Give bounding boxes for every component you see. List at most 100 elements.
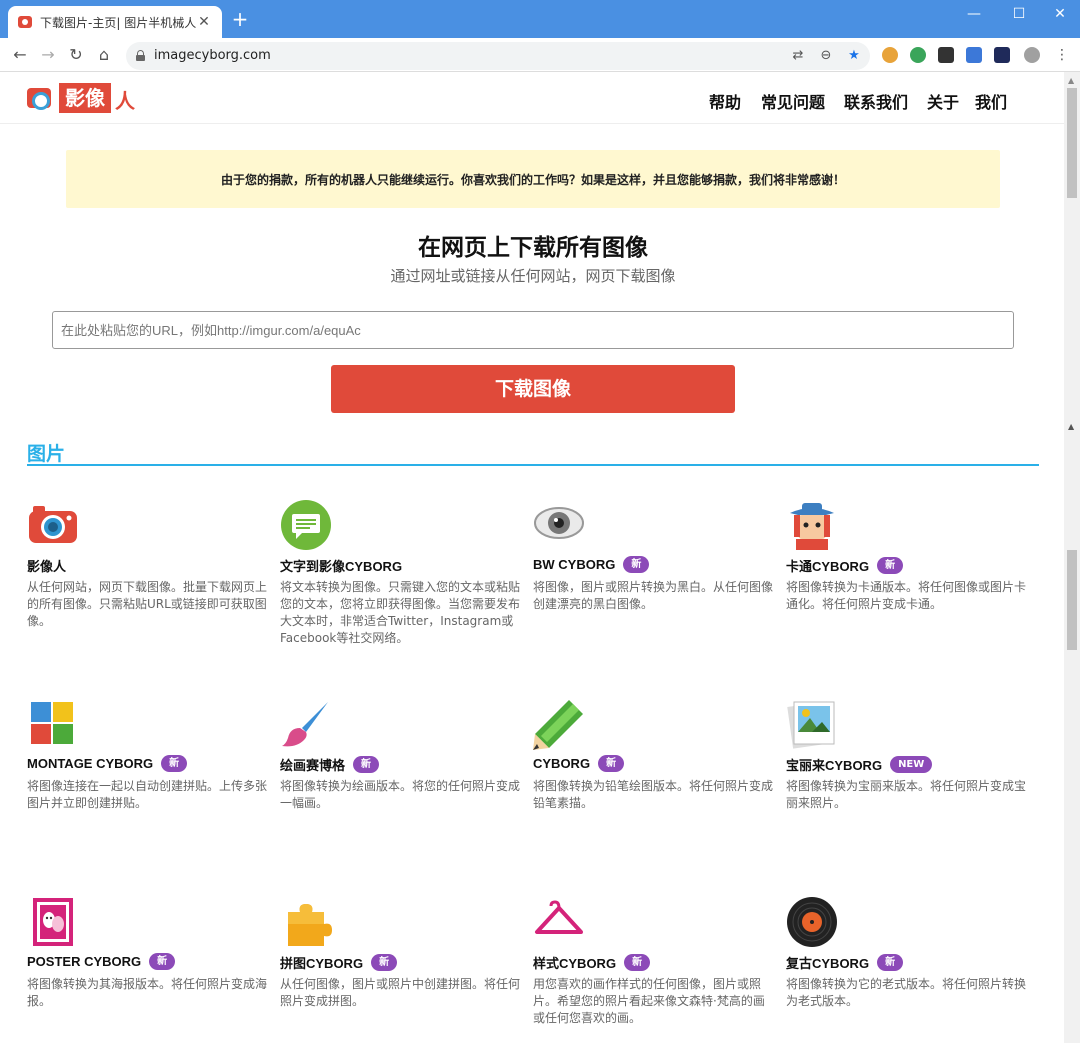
logo-text[interactable]: 人: [115, 85, 135, 114]
back-arrow-icon[interactable]: ←: [10, 45, 30, 65]
tool-card[interactable]: 拼图CYBORG 新 从任何图像，图片或照片中创建拼图。将任何照片变成拼图。: [280, 896, 520, 1043]
forward-arrow-icon[interactable]: →: [38, 45, 58, 65]
new-badge: 新: [623, 556, 650, 573]
page-content: 影像 人 帮助 常见问题 联系我们 关于 我们 由于您的捐款，所有的机器人只能继…: [0, 72, 1064, 1043]
new-tab-button[interactable]: +: [230, 9, 250, 29]
tool-card[interactable]: MONTAGE CYBORG 新 将图像连接在一起以自动创建拼贴。上传多张图片并…: [27, 698, 267, 858]
close-window-button[interactable]: ✕: [1050, 4, 1070, 24]
poster-masks-icon: [33, 898, 73, 946]
extension-evernote-icon[interactable]: [910, 47, 926, 63]
nav-faq[interactable]: 常见问题: [761, 89, 825, 113]
tab-title: 下载图片-主页| 图片半机械人: [40, 15, 196, 30]
profile-avatar[interactable]: [1024, 47, 1040, 63]
scroll-up-arrow-icon[interactable]: ▲: [1068, 76, 1074, 85]
card-title-row: 文字到影像CYBORG: [280, 556, 402, 575]
scroll-thumb-secondary[interactable]: [1067, 550, 1077, 650]
page-subtitle: 通过网址或链接从任何网站，网页下载图像: [390, 267, 676, 285]
minimize-button[interactable]: —: [964, 4, 984, 24]
card-title[interactable]: CYBORG: [533, 756, 590, 771]
extension-color-icon[interactable]: [966, 47, 982, 63]
tool-card[interactable]: POSTER CYBORG 新 将图像转换为其海报版本。将任何照片变成海报。: [27, 896, 267, 1043]
card-title-row: MONTAGE CYBORG 新: [27, 755, 188, 772]
browser-tab-strip: 下载图片-主页| 图片半机械人 ✕ + — ☐ ✕: [0, 0, 1080, 38]
tool-card[interactable]: 卡通CYBORG 新 将图像转换为卡通版本。将任何图像或图片卡通化。将任何照片变…: [786, 499, 1026, 659]
reload-icon[interactable]: ↻: [66, 45, 86, 65]
tab-close-icon[interactable]: ✕: [196, 14, 212, 30]
card-title-row: POSTER CYBORG 新: [27, 953, 176, 970]
nav-about[interactable]: 关于: [927, 89, 959, 113]
card-title-row: 复古CYBORG 新: [786, 953, 904, 972]
logo-box[interactable]: 影像: [59, 83, 111, 113]
card-title[interactable]: BW CYBORG: [533, 557, 615, 572]
card-description: 将文本转换为图像。只需键入您的文本或粘贴您的文本，您将立即获得图像。当您需要发布…: [280, 580, 521, 645]
card-description: 将图像，图片或照片转换为黑白。从任何图像创建漂亮的黑白图像。: [533, 580, 774, 611]
card-description: 将图像转换为卡通版本。将任何图像或图片卡通化。将任何照片变成卡通。: [786, 580, 1027, 611]
tool-card[interactable]: 宝丽来CYBORG NEW 将图像转换为宝丽来版本。将任何照片变成宝丽来照片。: [786, 698, 1026, 858]
browser-tab[interactable]: 下载图片-主页| 图片半机械人 ✕: [8, 6, 222, 38]
card-description: 将图像转换为宝丽来版本。将任何照片变成宝丽来照片。: [786, 779, 1027, 810]
new-badge: 新: [353, 756, 380, 773]
chat-bubble-icon: [281, 500, 331, 550]
zoom-icon[interactable]: ⊖: [818, 48, 834, 64]
extension-app-icon[interactable]: [938, 47, 954, 63]
card-title-row: BW CYBORG 新: [533, 556, 650, 573]
card-description: 将图像转换为它的老式版本。将任何照片转换为老式版本。: [786, 977, 1027, 1008]
new-badge: 新: [877, 954, 904, 971]
tool-card[interactable]: 绘画赛博格 新 将图像转换为绘画版本。将您的任何照片变成一幅画。: [280, 698, 520, 858]
puzzle-icon: [288, 904, 332, 946]
download-images-button[interactable]: 下载图像: [331, 365, 735, 413]
tool-card[interactable]: 影像人 从任何网站，网页下载图像。批量下载网页上的所有图像。只需粘贴URL或链接…: [27, 499, 267, 659]
card-title[interactable]: 拼图CYBORG: [280, 953, 363, 972]
pencil-icon: [533, 700, 583, 750]
address-bar[interactable]: imagecyborg.com ⇄ ⊖ ★: [126, 42, 870, 70]
extensions-puzzle-icon[interactable]: [994, 47, 1010, 63]
card-title[interactable]: POSTER CYBORG: [27, 954, 141, 969]
vinyl-record-icon: [787, 897, 837, 947]
tool-card[interactable]: 样式CYBORG 新 用您喜欢的画作样式的任何图像，图片或照片。希望您的照片看起…: [533, 896, 773, 1043]
paintbrush-icon: [282, 702, 328, 747]
page-title: 在网页上下载所有图像: [418, 235, 648, 261]
eye-icon: [534, 507, 584, 539]
card-title-row: 宝丽来CYBORG NEW: [786, 755, 933, 774]
card-title-row: 绘画赛博格 新: [280, 755, 380, 774]
bookmark-star-icon[interactable]: ★: [846, 48, 862, 64]
maximize-button[interactable]: ☐: [1009, 4, 1029, 24]
card-title[interactable]: MONTAGE CYBORG: [27, 756, 153, 771]
card-title[interactable]: 卡通CYBORG: [786, 556, 869, 575]
home-icon[interactable]: ⌂: [94, 45, 114, 65]
card-description: 将图像连接在一起以自动创建拼贴。上传多张图片并立即创建拼贴。: [27, 779, 268, 810]
address-url: imagecyborg.com: [154, 48, 271, 63]
logo-camera-icon[interactable]: [27, 88, 51, 110]
new-badge: 新: [624, 954, 651, 971]
card-title[interactable]: 影像人: [27, 556, 66, 575]
card-title-row: 影像人: [27, 556, 66, 575]
browser-menu-icon[interactable]: ⋮: [1054, 47, 1070, 63]
nav-contact[interactable]: 联系我们: [844, 89, 908, 113]
card-title[interactable]: 样式CYBORG: [533, 953, 616, 972]
nav-help[interactable]: 帮助: [709, 89, 741, 113]
card-description: 将图像转换为其海报版本。将任何照片变成海报。: [27, 977, 268, 1008]
tool-card[interactable]: CYBORG 新 将图像转换为铅笔绘图版本。将任何照片变成铅笔素描。: [533, 698, 773, 858]
card-title[interactable]: 宝丽来CYBORG: [786, 755, 882, 774]
url-input[interactable]: [52, 311, 1014, 349]
cartoon-character-icon: [790, 503, 834, 550]
card-title-row: 拼图CYBORG 新: [280, 953, 398, 972]
card-title[interactable]: 复古CYBORG: [786, 953, 869, 972]
new-badge: 新: [371, 954, 398, 971]
card-title[interactable]: 文字到影像CYBORG: [280, 556, 402, 575]
new-badge: 新: [598, 755, 625, 772]
tool-card[interactable]: 文字到影像CYBORG 将文本转换为图像。只需键入您的文本或粘贴您的文本，您将立…: [280, 499, 520, 659]
tool-card[interactable]: 复古CYBORG 新 将图像转换为它的老式版本。将任何照片转换为老式版本。: [786, 896, 1026, 1043]
extension-chrome-icon[interactable]: [882, 47, 898, 63]
card-title[interactable]: 绘画赛博格: [280, 755, 345, 774]
section-divider: [27, 464, 1039, 466]
tool-card[interactable]: BW CYBORG 新 将图像，图片或照片转换为黑白。从任何图像创建漂亮的黑白图…: [533, 499, 773, 659]
page-scrollbar[interactable]: ▲ ▲: [1064, 72, 1080, 1043]
section-title-images: 图片: [27, 443, 66, 465]
translate-icon[interactable]: ⇄: [790, 48, 806, 64]
new-badge: 新: [161, 755, 188, 772]
nav-us[interactable]: 我们: [975, 89, 1007, 113]
donation-text[interactable]: 由于您的捐款，所有的机器人只能继续运行。你喜欢我们的工作吗？如果是这样，并且您能…: [221, 171, 845, 188]
scroll-thumb[interactable]: [1067, 88, 1077, 198]
scroll-marker-icon: ▲: [1068, 422, 1075, 431]
